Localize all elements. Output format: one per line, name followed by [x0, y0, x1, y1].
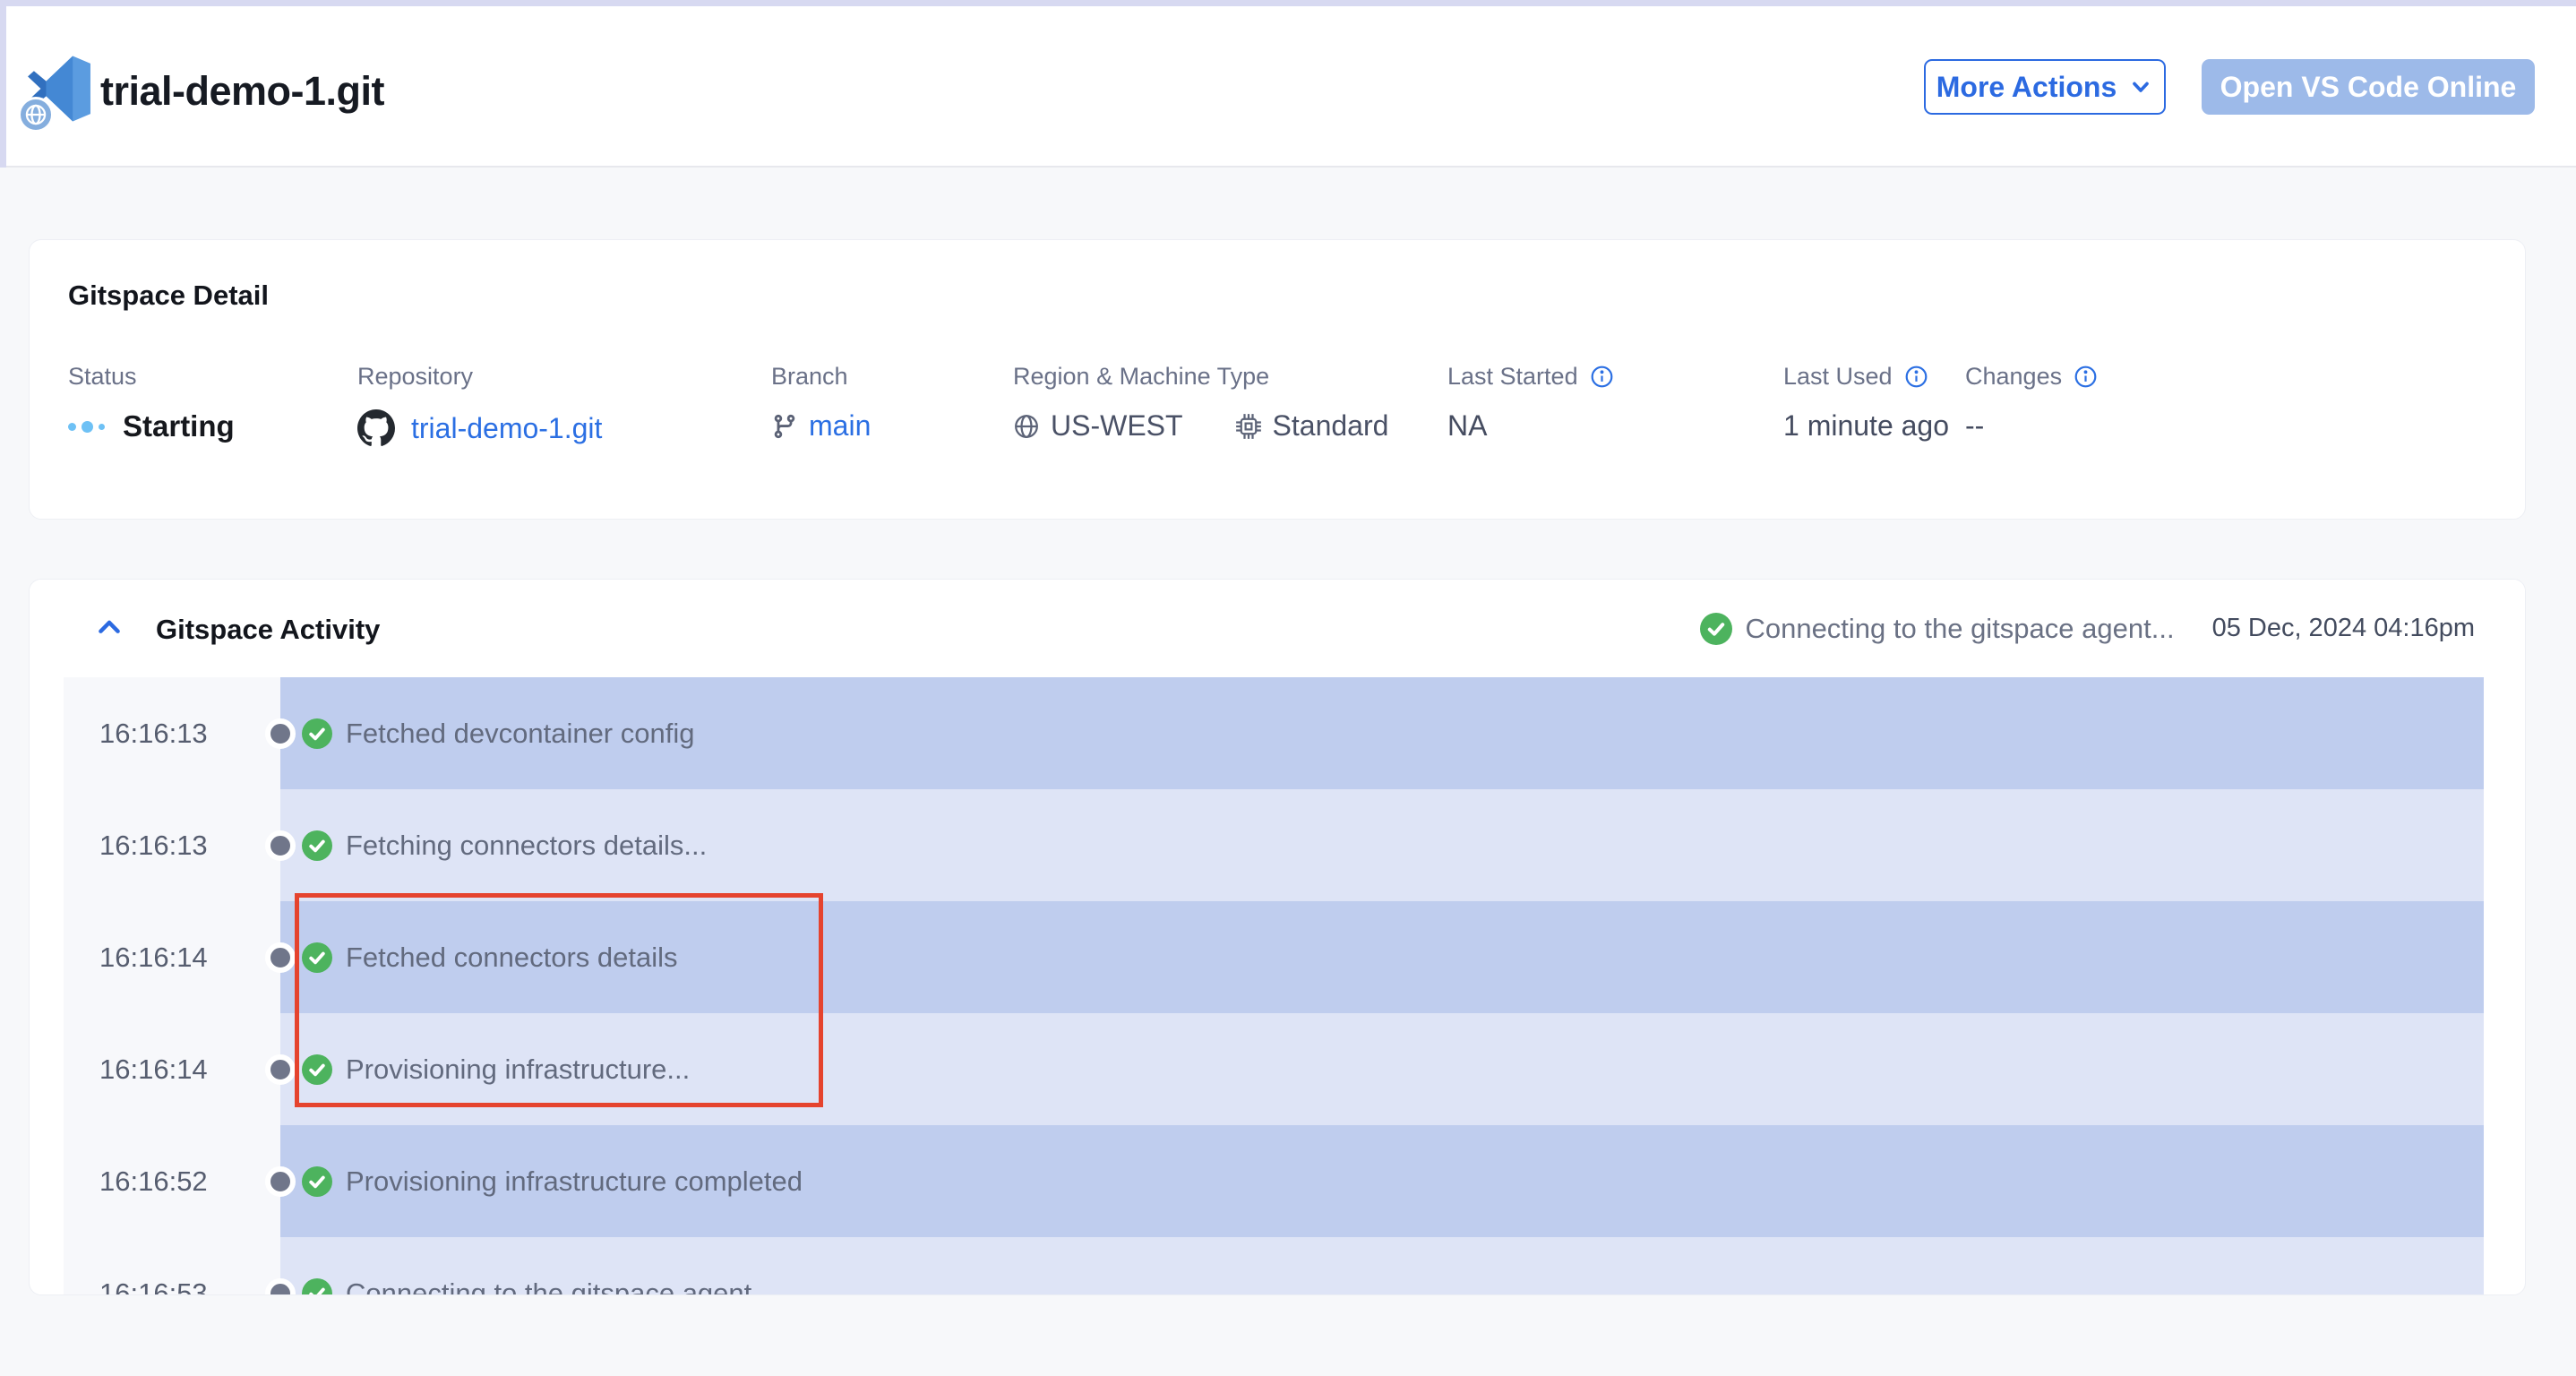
log-message: Fetched connectors details [346, 942, 678, 974]
activity-date: 05 Dec, 2024 04:16pm [2212, 614, 2475, 643]
timeline-dot-icon [265, 718, 296, 749]
window-left-edge [0, 0, 6, 168]
check-circle-icon [302, 942, 332, 973]
globe-icon [1013, 413, 1040, 440]
field-region-machine: Region & Machine Type US-WEST Stand [1013, 363, 1388, 443]
vscode-gitspace-logo [20, 52, 95, 131]
log-message: Provisioning infrastructure completed [346, 1165, 803, 1198]
last-started-label: Last Started [1447, 363, 1578, 391]
chevron-up-icon[interactable] [94, 612, 125, 642]
info-icon[interactable] [2074, 365, 2098, 389]
log-timestamp: 16:16:13 [30, 789, 280, 901]
repository-link[interactable]: trial-demo-1.git [411, 412, 602, 445]
activity-log-rows: 16:16:13 Fetched devcontainer config 16:… [30, 677, 2525, 1295]
check-circle-icon [302, 718, 332, 749]
log-message: Connecting to the gitspace agent [346, 1277, 751, 1296]
timeline-dot-icon [265, 942, 296, 973]
log-row[interactable]: 16:16:53 Connecting to the gitspace agen… [30, 1237, 2525, 1295]
field-repository: Repository trial-demo-1.git [357, 363, 602, 447]
branch-link[interactable]: main [809, 409, 871, 443]
info-icon[interactable] [1904, 365, 1928, 389]
field-branch: Branch main [771, 363, 871, 443]
field-status: Status Starting [68, 363, 235, 443]
activity-log: 16:16:13 Fetched devcontainer config 16:… [30, 677, 2525, 1295]
last-started-value: NA [1447, 409, 1614, 443]
log-row[interactable]: 16:16:13 Fetched devcontainer config [30, 677, 2525, 789]
status-label: Status [68, 363, 235, 391]
page-title: trial-demo-1.git [100, 68, 384, 115]
log-timestamp: 16:16:13 [30, 677, 280, 789]
git-branch-icon [771, 413, 798, 440]
check-circle-icon [302, 1166, 332, 1197]
open-vscode-online-label: Open VS Code Online [2220, 71, 2517, 104]
log-row[interactable]: 16:16:14 Provisioning infrastructure... [30, 1013, 2525, 1125]
activity-header: Gitspace Activity Connecting to the gits… [30, 580, 2525, 677]
timeline-dot-icon [265, 1166, 296, 1197]
branch-label: Branch [771, 363, 871, 391]
last-used-value: 1 minute ago [1783, 409, 1949, 443]
log-timestamp: 16:16:53 [30, 1237, 280, 1295]
activity-title: Gitspace Activity [156, 614, 380, 646]
window-top-edge [0, 0, 2576, 6]
field-changes: Changes -- [1965, 363, 2098, 443]
more-actions-button[interactable]: More Actions [1924, 59, 2166, 115]
status-value: Starting [123, 409, 235, 443]
starting-status-icon [68, 421, 105, 433]
timeline-dot-icon [265, 830, 296, 861]
check-circle-icon [1700, 613, 1732, 645]
field-last-started: Last Started NA [1447, 363, 1614, 443]
globe-badge-icon [18, 97, 54, 133]
log-message: Fetched devcontainer config [346, 718, 694, 750]
gitspace-detail-card: Gitspace Detail Status Starting Reposito… [29, 239, 2526, 520]
log-timestamp: 16:16:14 [30, 901, 280, 1013]
open-vscode-online-button[interactable]: Open VS Code Online [2202, 59, 2535, 115]
more-actions-label: More Actions [1936, 71, 2117, 104]
field-last-used: Last Used 1 minute ago [1783, 363, 1949, 443]
github-icon [357, 409, 395, 447]
changes-value: -- [1965, 409, 2098, 443]
page-header: trial-demo-1.git More Actions Open VS Co… [0, 0, 2576, 168]
region-value: US-WEST [1051, 409, 1183, 443]
check-circle-icon [302, 1278, 332, 1296]
region-machine-label: Region & Machine Type [1013, 363, 1388, 391]
log-row[interactable]: 16:16:13 Fetching connectors details... [30, 789, 2525, 901]
repository-label: Repository [357, 363, 602, 391]
log-row[interactable]: 16:16:52 Provisioning infrastructure com… [30, 1125, 2525, 1237]
log-row[interactable]: 16:16:14 Fetched connectors details [30, 901, 2525, 1013]
info-icon[interactable] [1590, 365, 1614, 389]
log-message: Fetching connectors details... [346, 830, 707, 862]
last-used-label: Last Used [1783, 363, 1893, 391]
chevron-down-icon [2128, 74, 2153, 99]
log-message: Provisioning infrastructure... [346, 1054, 690, 1086]
gitspace-detail-title: Gitspace Detail [68, 280, 269, 312]
machine-type-value: Standard [1273, 409, 1389, 443]
log-timestamp: 16:16:14 [30, 1013, 280, 1125]
activity-current-status: Connecting to the gitspace agent... [1745, 613, 2174, 645]
machine-type-icon [1235, 413, 1262, 440]
gitspace-activity-card: Gitspace Activity Connecting to the gits… [29, 579, 2526, 1295]
log-timestamp: 16:16:52 [30, 1125, 280, 1237]
check-circle-icon [302, 1054, 332, 1085]
timeline-dot-icon [265, 1054, 296, 1085]
changes-label: Changes [1965, 363, 2062, 391]
check-circle-icon [302, 830, 332, 861]
